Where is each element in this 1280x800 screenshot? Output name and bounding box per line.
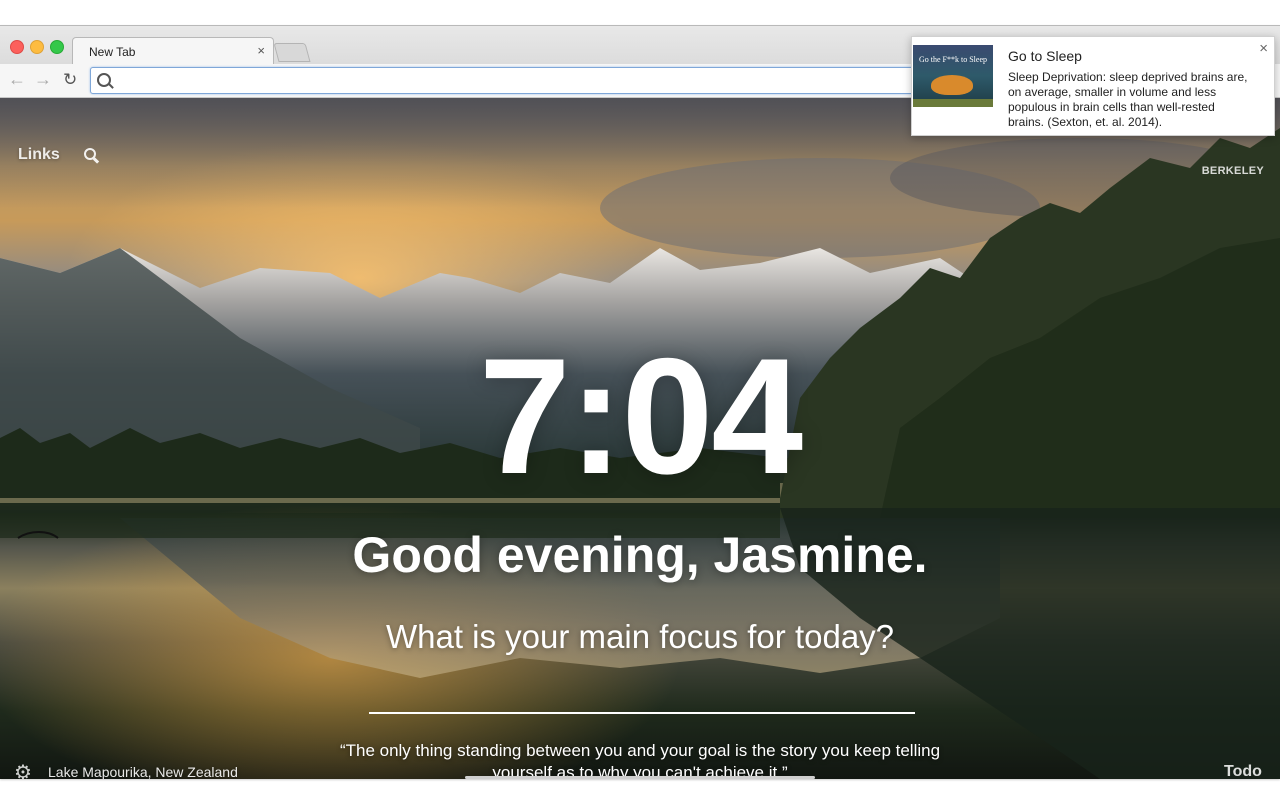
book-cover-thumbnail: Go the F**k to Sleep <box>913 45 993 107</box>
scroll-indicator <box>465 776 815 779</box>
links-button[interactable]: Links <box>18 146 60 164</box>
browser-window: New Tab × ← → ↻ Links BERKELEY 7:04 Good… <box>0 25 1280 779</box>
search-icon[interactable] <box>84 148 98 162</box>
focus-question: What is your main focus for today? <box>385 618 895 655</box>
notification-title: Go to Sleep <box>1008 48 1082 64</box>
thumbnail-title: Go the F**k to Sleep <box>919 55 987 64</box>
close-icon[interactable]: × <box>1259 40 1268 57</box>
photo-credit[interactable]: BERKELEY <box>1160 165 1264 177</box>
tab-close-icon[interactable]: × <box>257 43 265 58</box>
notification-body: Sleep Deprivation: sleep deprived brains… <box>1008 70 1248 129</box>
reload-icon[interactable]: ↻ <box>63 70 77 90</box>
tiger-illustration <box>931 75 973 95</box>
new-tab-button[interactable] <box>273 43 311 62</box>
photo-location[interactable]: Lake Mapourika, New Zealand <box>48 764 238 779</box>
tab-title: New Tab <box>89 45 136 59</box>
tab-new-tab[interactable]: New Tab × <box>72 37 274 65</box>
new-tab-page: Links BERKELEY 7:04 Good evening, Jasmin… <box>0 98 1280 779</box>
notification-popup[interactable]: Go the F**k to Sleep Go to Sleep Sleep D… <box>911 36 1275 136</box>
back-arrow-icon[interactable]: ← <box>8 69 26 90</box>
clock-time: 7:04 <box>478 324 803 508</box>
window-maximize-button[interactable] <box>50 40 64 54</box>
window-close-button[interactable] <box>10 40 24 54</box>
quote-text: “The only thing standing between you and… <box>339 741 941 779</box>
search-icon <box>97 73 111 87</box>
window-minimize-button[interactable] <box>30 40 44 54</box>
thumbnail-ground <box>913 99 993 107</box>
focus-input[interactable] <box>369 680 915 714</box>
greeting-text: Good evening, Jasmine. <box>352 527 928 583</box>
gear-icon[interactable]: ⚙ <box>14 763 32 779</box>
todo-button[interactable]: Todo <box>1224 763 1262 779</box>
forward-arrow-icon[interactable]: → <box>34 69 52 90</box>
